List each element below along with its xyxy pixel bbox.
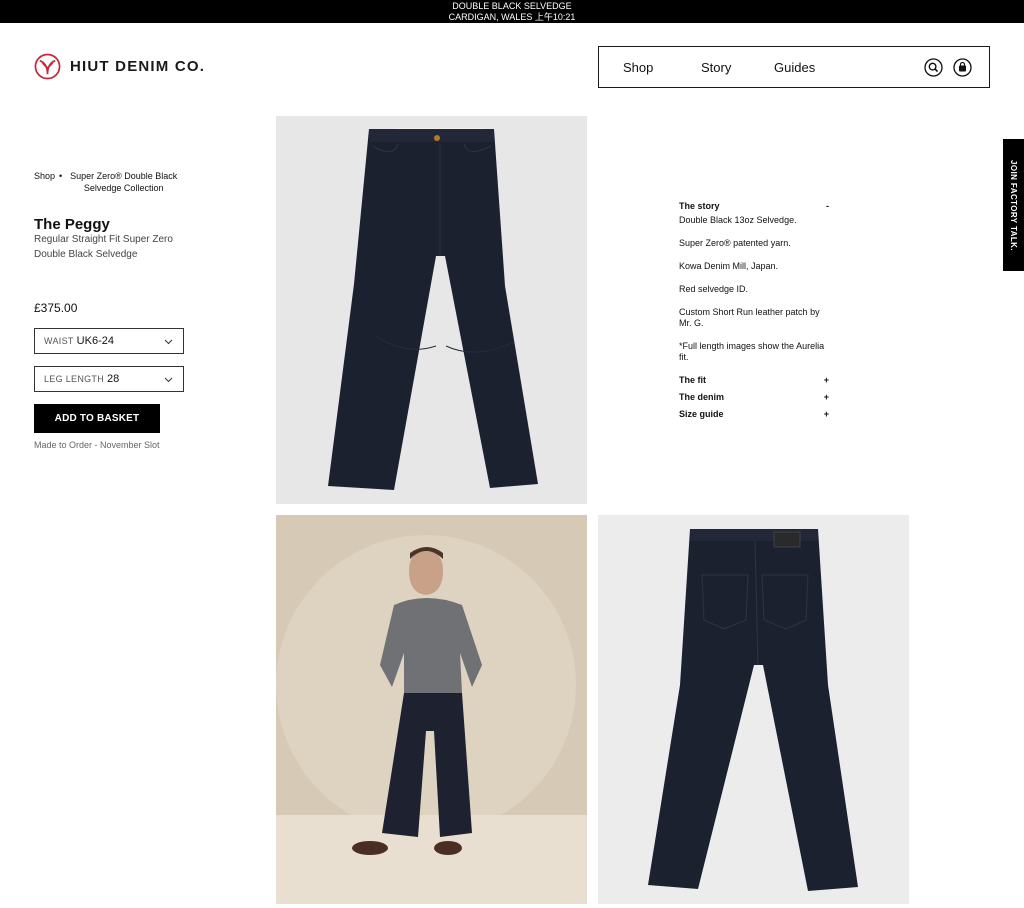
product-price: £375.00 bbox=[34, 301, 78, 315]
accordion-size-guide[interactable]: Size guide + bbox=[679, 405, 831, 422]
announcement-bar: DOUBLE BLACK SELVEDGE CARDIGAN, WALES 上午… bbox=[0, 0, 1024, 23]
waist-label: WAIST bbox=[44, 336, 74, 346]
product-title: The Peggy bbox=[34, 216, 110, 233]
brand-logo[interactable]: HIUT DENIM CO. bbox=[34, 53, 205, 80]
story-line: *Full length images show the Aurelia fit… bbox=[679, 341, 825, 362]
accordion-the-fit[interactable]: The fit + bbox=[679, 371, 831, 388]
waist-select[interactable]: WAIST UK6-24 bbox=[34, 328, 184, 354]
search-button[interactable] bbox=[924, 58, 943, 77]
story-line: Custom Short Run leather patch by Mr. G. bbox=[679, 307, 820, 328]
product-subtitle: Regular Straight Fit Super Zero Double B… bbox=[34, 234, 173, 260]
nav-story[interactable]: Story bbox=[701, 60, 731, 75]
story-line: Red selvedge ID. bbox=[679, 284, 749, 294]
breadcrumb-separator: • bbox=[59, 171, 63, 181]
join-factory-talk-label: JOIN FACTORY TALK. bbox=[1009, 159, 1019, 251]
story-line: Super Zero® patented yarn. bbox=[679, 238, 791, 248]
expand-icon: + bbox=[823, 374, 829, 385]
product-image-front[interactable] bbox=[276, 116, 587, 504]
story-line: Kowa Denim Mill, Japan. bbox=[679, 261, 779, 271]
announcement-line-2: CARDIGAN, WALES 上午10:21 bbox=[448, 12, 576, 22]
hiut-owl-logo-icon bbox=[34, 53, 61, 80]
availability-note: Made to Order - November Slot bbox=[34, 440, 160, 450]
waist-value: UK6-24 bbox=[76, 335, 114, 347]
breadcrumb-collection[interactable]: Super Zero® Double Black Selvedge Collec… bbox=[66, 170, 181, 194]
accordion-title: The denim bbox=[679, 391, 725, 402]
brand-name: HIUT DENIM CO. bbox=[70, 58, 206, 75]
accordion-title: The fit bbox=[679, 374, 706, 385]
accordion-the-story[interactable]: The story - bbox=[679, 197, 831, 214]
main-nav: Shop Story Guides bbox=[598, 46, 990, 88]
leg-length-value: 28 bbox=[107, 373, 120, 385]
accordion-the-denim[interactable]: The denim + bbox=[679, 388, 831, 405]
jeans-front-illustration bbox=[276, 116, 587, 504]
model-wearing-jeans-illustration bbox=[276, 515, 587, 904]
story-line: Double Black 13oz Selvedge. bbox=[679, 215, 797, 225]
product-image-back[interactable] bbox=[598, 515, 909, 904]
nav-guides[interactable]: Guides bbox=[774, 60, 815, 75]
breadcrumb-shop[interactable]: Shop bbox=[34, 170, 55, 194]
accordion-title: Size guide bbox=[679, 408, 724, 419]
basket-button[interactable] bbox=[953, 58, 972, 77]
jeans-back-illustration bbox=[598, 515, 909, 904]
join-factory-talk-tab[interactable]: JOIN FACTORY TALK. bbox=[1003, 139, 1024, 271]
accordion-title: The story bbox=[679, 200, 720, 211]
product-info: Shop • Super Zero® Double Black Selvedge… bbox=[34, 170, 214, 450]
product-details: The story - Double Black 13oz Selvedge. … bbox=[679, 197, 831, 422]
product-image-model[interactable] bbox=[276, 515, 587, 904]
announcement-line-1: DOUBLE BLACK SELVEDGE bbox=[452, 1, 572, 11]
expand-icon: + bbox=[823, 391, 829, 402]
breadcrumb: Shop • Super Zero® Double Black Selvedge… bbox=[34, 170, 214, 194]
nav-shop[interactable]: Shop bbox=[623, 60, 653, 75]
leg-length-label: LEG LENGTH bbox=[44, 374, 105, 384]
expand-icon: + bbox=[823, 408, 829, 419]
story-content: Double Black 13oz Selvedge. Super Zero® … bbox=[679, 215, 831, 363]
chevron-down-icon bbox=[164, 339, 173, 345]
collapse-icon: - bbox=[826, 200, 829, 211]
leg-length-select[interactable]: LEG LENGTH 28 bbox=[34, 366, 184, 392]
chevron-down-icon bbox=[164, 377, 173, 383]
search-icon bbox=[924, 58, 943, 77]
add-to-basket-button[interactable]: ADD TO BASKET bbox=[34, 404, 160, 433]
basket-icon bbox=[953, 58, 972, 77]
